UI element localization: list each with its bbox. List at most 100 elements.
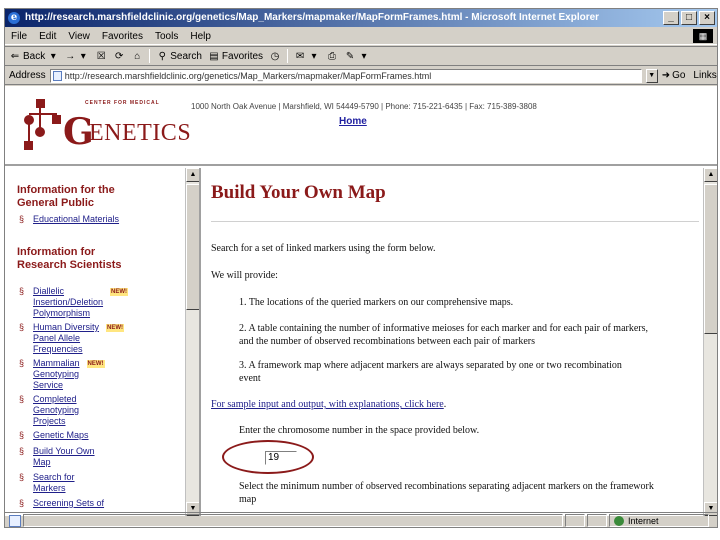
chevron-down-icon: ▾ (80, 50, 86, 62)
menu-file[interactable]: File (11, 31, 27, 42)
new-badge: NEW! (106, 324, 125, 332)
sample-link[interactable]: For sample input and output, with explan… (211, 399, 444, 410)
stop-button[interactable]: ☒ (95, 51, 107, 62)
menu-edit[interactable]: Edit (39, 31, 56, 42)
address-url: http://research.marshfieldclinic.org/gen… (64, 70, 432, 81)
forward-button[interactable]: → ▾ (65, 51, 89, 62)
helix-icon: § (19, 322, 25, 332)
helix-icon: § (19, 394, 25, 404)
sidebar-item-human-diversity[interactable]: § Human Diversity Panel Allele Frequencies… (19, 322, 125, 355)
scroll-up-button[interactable]: ▲ (704, 168, 717, 182)
sidebar-scrollbar[interactable]: ▲ ▼ (185, 168, 199, 516)
intro-text: Search for a set of linked markers using… (211, 243, 436, 254)
favorites-folder-icon: ▤ (209, 50, 219, 62)
windows-logo-icon: ▦ (693, 29, 713, 43)
go-label: Go (672, 70, 686, 81)
go-button[interactable]: ➜ Go (662, 70, 686, 81)
globe-icon (614, 515, 624, 526)
back-button[interactable]: ⇐ Back ▾ (9, 51, 59, 62)
select-min-text: Select the minimum number of observed re… (239, 481, 654, 505)
mail-button[interactable]: ✉ ▾ (294, 51, 320, 62)
scroll-thumb[interactable] (704, 184, 717, 334)
helix-icon: § (19, 430, 25, 440)
logo-wordmark: ENETICS (89, 120, 192, 146)
sidebar-item-genetic-maps[interactable]: § Genetic Maps (19, 430, 89, 441)
menu-help[interactable]: Help (190, 31, 211, 42)
helix-icon: § (19, 214, 25, 224)
status-cell (565, 514, 585, 527)
forward-arrow-icon: → (65, 50, 76, 62)
home-button[interactable]: ⌂ (131, 51, 143, 62)
we-provide-text: We will provide: (211, 270, 278, 281)
scroll-up-button[interactable]: ▲ (186, 168, 199, 182)
main-scrollbar[interactable]: ▲ ▼ (703, 168, 717, 516)
page-content: CENTER FOR MEDICAL G ENETICS 1000 North … (5, 86, 717, 516)
sidebar-item-mammalian-genotyping[interactable]: § Mammalian Genotyping Service NEW! (19, 358, 105, 391)
window-title: http://research.marshfieldclinic.org/gen… (25, 12, 600, 23)
sidebar-item-diallelic[interactable]: § Diallelic Insertion/Deletion Polymorphis… (19, 286, 129, 319)
window-controls: _ □ × (663, 11, 715, 25)
links-button[interactable]: Links (693, 70, 716, 81)
address-label: Address (9, 70, 46, 81)
status-text-cell (23, 514, 563, 527)
scroll-thumb[interactable] (186, 184, 199, 310)
chevron-down-icon: ▾ (311, 50, 317, 62)
refresh-icon: ⟳ (115, 50, 124, 62)
sidebar-item-educational-materials[interactable]: § Educational Materials (19, 214, 119, 225)
toolbar-separator (287, 49, 289, 63)
sidebar-frame: Information for the General Public § Edu… (5, 168, 201, 516)
search-button[interactable]: ⚲ Search (156, 51, 202, 62)
address-input[interactable]: http://research.marshfieldclinic.org/gen… (49, 68, 642, 83)
helix-icon: § (19, 472, 25, 482)
header-frame: CENTER FOR MEDICAL G ENETICS 1000 North … (5, 86, 717, 166)
minimize-button[interactable]: _ (663, 11, 679, 25)
history-button[interactable]: ◷ (269, 51, 281, 62)
toolbar: ⇐ Back ▾ → ▾ ☒ ⟳ ⌂ ⚲ Search ▤ Favorites … (5, 46, 717, 66)
menu-tools[interactable]: Tools (155, 31, 178, 42)
helix-icon: § (19, 358, 25, 368)
print-button[interactable]: ⎙ (326, 51, 338, 62)
refresh-button[interactable]: ⟳ (113, 51, 125, 62)
toolbar-separator (149, 49, 151, 63)
status-cell (587, 514, 607, 527)
genetics-logo[interactable]: CENTER FOR MEDICAL G ENETICS (23, 92, 191, 156)
print-icon: ⎙ (328, 50, 337, 62)
sidebar-item-screening-sets[interactable]: § Screening Sets of (19, 498, 104, 509)
new-badge: NEW! (86, 360, 105, 368)
menu-view[interactable]: View (68, 31, 90, 42)
home-link[interactable]: Home (339, 116, 367, 127)
go-arrow-icon: ➜ (661, 70, 671, 81)
divider (211, 221, 699, 222)
close-button[interactable]: × (699, 11, 715, 25)
sidebar-item-completed-projects[interactable]: § Completed Genotyping Projects (19, 394, 79, 427)
helix-icon: § (19, 446, 25, 456)
back-arrow-icon: ⇐ (10, 50, 20, 62)
page-title: Build Your Own Map (211, 182, 386, 203)
pedigree-logo-icon (24, 99, 61, 150)
logo-tagline: CENTER FOR MEDICAL (85, 100, 160, 106)
title-bar: e http://research.marshfieldclinic.org/g… (5, 9, 717, 27)
page-status-icon (9, 514, 21, 527)
edit-icon: ✎ (345, 50, 355, 62)
enter-chromosome-text: Enter the chromosome number in the space… (239, 425, 480, 436)
home-icon: ⌂ (134, 50, 141, 62)
menu-bar: File Edit View Favorites Tools Help (5, 28, 717, 45)
menu-favorites[interactable]: Favorites (102, 31, 143, 42)
helix-icon: § (19, 286, 25, 296)
edit-button[interactable]: ✎ ▾ (344, 51, 370, 62)
security-zone: Internet (609, 514, 709, 527)
back-label: Back (23, 50, 46, 62)
sidebar-item-build-your-own-map[interactable]: § Build Your Own Map (19, 446, 95, 468)
sidebar-item-search-markers[interactable]: § Search for Markers (19, 472, 75, 494)
point-2-text: 2. A table containing the number of info… (239, 323, 649, 347)
address-dropdown-button[interactable]: ▼ (645, 68, 658, 83)
mail-icon: ✉ (295, 50, 305, 62)
sample-paragraph: For sample input and output, with explan… (211, 399, 447, 410)
helix-icon: § (19, 498, 25, 508)
maximize-button[interactable]: □ (681, 11, 697, 25)
search-label: Search (170, 50, 202, 62)
chevron-down-icon: ▾ (361, 50, 367, 62)
browser-window: e http://research.marshfieldclinic.org/g… (4, 8, 718, 528)
favorites-button[interactable]: ▤ Favorites (208, 51, 263, 62)
search-icon: ⚲ (158, 50, 166, 62)
